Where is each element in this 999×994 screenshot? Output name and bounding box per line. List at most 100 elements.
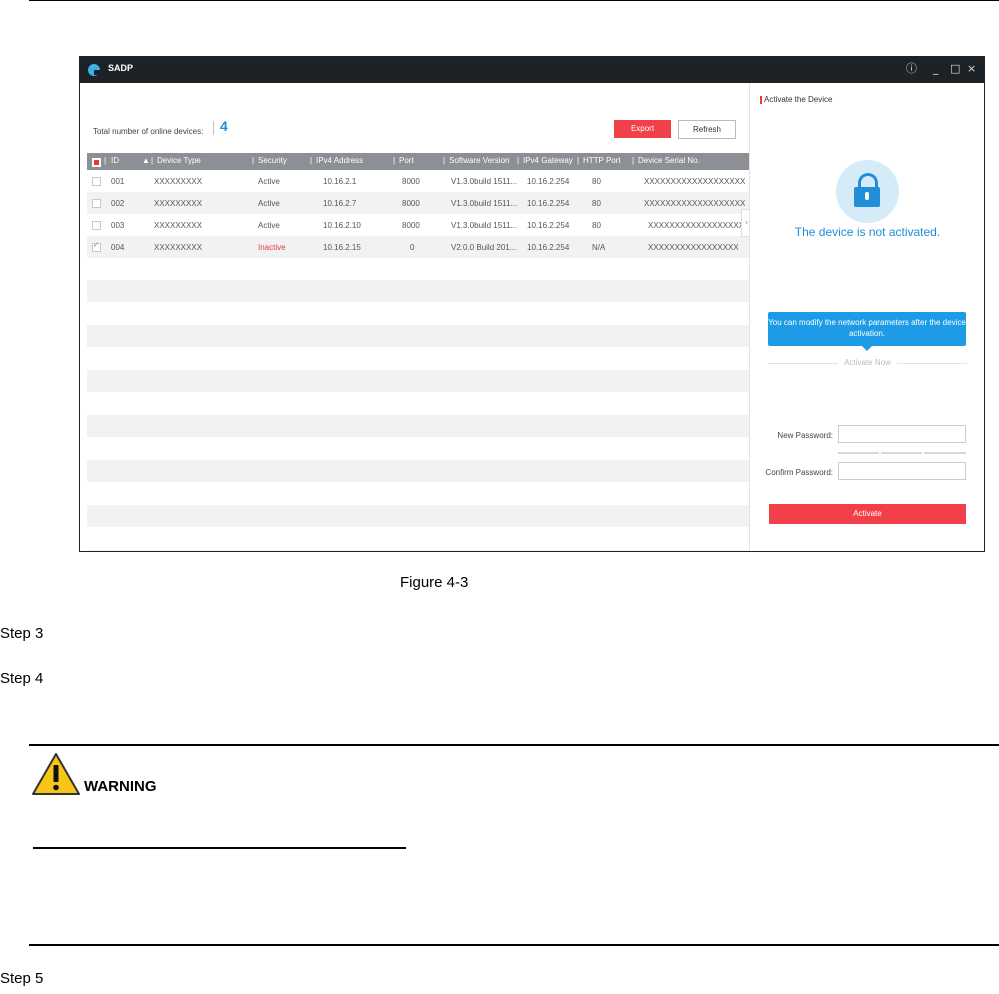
empty-row (87, 370, 749, 392)
column-header-software-version[interactable]: Software Version (449, 156, 509, 165)
password-strength-bar (838, 452, 879, 454)
select-all-checkbox[interactable] (92, 158, 101, 167)
header-separator: | (632, 156, 635, 165)
row-checkbox[interactable] (92, 221, 101, 230)
row-checkbox[interactable] (92, 199, 101, 208)
column-header-http-port[interactable]: HTTP Port (583, 156, 621, 165)
cell-ipv4-gateway: 10.16.2.254 (527, 221, 570, 230)
cell-security: Active (258, 199, 280, 208)
header-separator: | (104, 156, 107, 165)
warning-icon (32, 753, 80, 795)
row-checkbox[interactable] (92, 177, 101, 186)
cell-serial-no: XXXXXXXXXXXXXXXXXX (648, 221, 745, 230)
cell-http-port: 80 (592, 177, 601, 186)
column-header-security[interactable]: Security (258, 156, 287, 165)
panel-title-marker (760, 96, 762, 104)
cell-ipv4-gateway: 10.16.2.254 (527, 177, 570, 186)
device-list-panel: Total number of online devices: 4 Export… (80, 83, 749, 551)
table-row[interactable]: 002 XXXXXXXXX Active 10.16.2.7 8000 V1.3… (87, 192, 749, 214)
cell-http-port: 80 (592, 221, 601, 230)
cell-ipv4-gateway: 10.16.2.254 (527, 199, 570, 208)
tooltip: You can modify the network parameters af… (768, 312, 966, 351)
cell-serial-no: XXXXXXXXXXXXXXXXXXX (644, 177, 746, 186)
step-5-label: Step 5 (0, 970, 44, 987)
warning-underline (33, 847, 406, 849)
cell-security: Active (258, 177, 280, 186)
sort-ascending-icon[interactable]: ▲ (142, 156, 150, 165)
row-checkbox-checked[interactable] (92, 241, 101, 252)
cell-http-port: 80 (592, 199, 601, 208)
cell-port: 8000 (402, 199, 420, 208)
empty-row (87, 280, 749, 302)
cell-port: 8000 (402, 221, 420, 230)
header-separator: | (393, 156, 396, 165)
new-password-field[interactable] (838, 425, 966, 443)
column-header-device-type[interactable]: Device Type (157, 156, 201, 165)
header-separator: | (310, 156, 313, 165)
sadp-logo-icon (88, 64, 101, 76)
cell-ipv4-address: 10.16.2.15 (323, 243, 361, 252)
cell-ipv4-address: 10.16.2.10 (323, 221, 361, 230)
cell-id: 002 (111, 199, 125, 208)
table-row[interactable]: 003 XXXXXXXXX Active 10.16.2.10 8000 V1.… (87, 214, 749, 236)
cell-security-inactive: Inactive (258, 243, 286, 252)
cell-ipv4-address: 10.16.2.1 (323, 177, 357, 186)
app-title: SADP (108, 63, 134, 73)
cell-software-version: V1.3.0build 1511... (451, 199, 518, 208)
figure-caption: Figure 4-3 (400, 574, 469, 591)
table-row[interactable]: 001 XXXXXXXXX Active 10.16.2.1 8000 V1.3… (87, 170, 749, 192)
empty-row (87, 437, 749, 459)
cell-security: Active (258, 221, 280, 230)
cell-device-type: XXXXXXXXX (154, 221, 203, 230)
warning-top-rule (29, 744, 999, 746)
cell-software-version: V2.0.0 Build 201... (451, 243, 517, 252)
info-icon[interactable]: ⓘ (906, 61, 917, 77)
table-row-selected[interactable]: 004 XXXXXXXXX Inactive 10.16.2.15 0 V2.0… (87, 236, 749, 258)
empty-row (87, 527, 749, 549)
cell-port: 8000 (402, 177, 420, 186)
activate-button[interactable]: Activate (769, 504, 966, 524)
export-button[interactable]: Export (614, 120, 671, 138)
refresh-button[interactable]: Refresh (678, 120, 736, 139)
column-header-ipv4-gateway[interactable]: IPv4 Gateway (523, 156, 573, 165)
password-strength-bar (924, 452, 966, 454)
table-header: | ID ▲ | Device Type | Security | IPv4 A… (87, 153, 749, 170)
empty-row (87, 482, 749, 504)
cell-ipv4-gateway: 10.16.2.254 (527, 243, 570, 252)
cell-port: 0 (410, 243, 415, 252)
empty-row (87, 460, 749, 482)
close-icon[interactable]: × (967, 61, 976, 77)
cell-id: 004 (111, 243, 125, 252)
confirm-password-field[interactable] (838, 462, 966, 480)
column-header-port[interactable]: Port (399, 156, 414, 165)
step-3-label: Step 3 (0, 625, 44, 642)
column-header-serial-no[interactable]: Device Serial No. (638, 156, 700, 165)
cell-ipv4-address: 10.16.2.7 (323, 199, 357, 208)
minimize-icon[interactable]: _ (933, 61, 939, 77)
header-separator: | (517, 156, 520, 165)
cell-http-port: N/A (592, 243, 606, 252)
cell-serial-no: XXXXXXXXXXXXXXXXXXX (644, 199, 746, 208)
warning-label: WARNING (84, 778, 157, 795)
panel-title: Activate the Device (764, 95, 833, 104)
sadp-window: SADP ⓘ _ □ × Total number of online devi… (79, 56, 985, 552)
total-devices-label: Total number of online devices: (93, 127, 204, 136)
column-header-ipv4-address[interactable]: IPv4 Address (316, 156, 363, 165)
empty-row (87, 325, 749, 347)
step-4-label: Step 4 (0, 670, 44, 687)
empty-row (87, 302, 749, 324)
total-devices-count: 4 (220, 118, 228, 134)
warning-bottom-rule (29, 944, 999, 946)
confirm-password-label: Confirm Password: (765, 468, 833, 477)
empty-row (87, 505, 749, 527)
maximize-icon[interactable]: □ (950, 61, 960, 77)
activation-panel: Activate the Device The device is not ac… (749, 83, 984, 551)
cell-software-version: V1.3.0build 1511... (451, 221, 518, 230)
cell-software-version: V1.3.0build 1511... (451, 177, 518, 186)
cell-id: 003 (111, 221, 125, 230)
empty-row (87, 347, 749, 369)
cell-serial-no: XXXXXXXXXXXXXXXXX (648, 243, 739, 252)
header-separator: | (151, 156, 154, 165)
cell-device-type: XXXXXXXXX (154, 199, 203, 208)
column-header-id[interactable]: ID (111, 156, 119, 165)
